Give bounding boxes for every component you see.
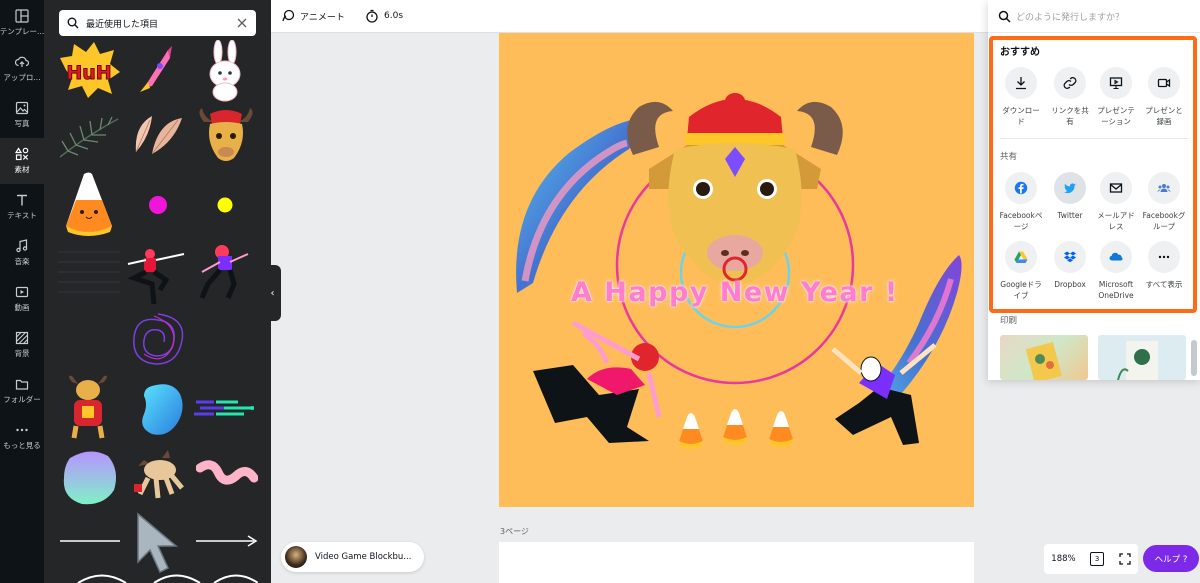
rocket-sticker[interactable] xyxy=(138,44,174,94)
audio-thumbnail xyxy=(285,546,307,568)
speed-lines-sticker[interactable] xyxy=(194,398,258,420)
rail-item-elements[interactable]: 素材 xyxy=(0,138,44,184)
magenta-dot[interactable] xyxy=(148,195,168,215)
rail-label: 音楽 xyxy=(14,257,30,266)
panel-collapse-button[interactable]: ‹ xyxy=(264,265,281,321)
template-icon xyxy=(15,9,29,23)
ox-character-sticker[interactable] xyxy=(62,374,114,440)
search-query[interactable]: 最近使用した項目 xyxy=(86,17,236,30)
photo-icon xyxy=(15,101,29,115)
worm-sticker[interactable] xyxy=(196,458,258,496)
fullscreen-icon[interactable] xyxy=(1119,553,1131,565)
elements-search[interactable]: 最近使用した項目 xyxy=(59,10,256,36)
rail-label: テキスト xyxy=(7,211,37,220)
next-page-canvas[interactable] xyxy=(499,542,974,583)
rail-item-video[interactable]: 動画 xyxy=(0,276,44,322)
cursor-arrow-sticker[interactable] xyxy=(134,510,182,576)
candy-corn-sticker[interactable] xyxy=(64,172,114,236)
scribble-sticker[interactable] xyxy=(126,308,190,370)
page-label: 3ページ xyxy=(500,527,529,536)
bunny-sticker[interactable] xyxy=(204,40,246,102)
text-icon xyxy=(17,194,27,206)
rail-label: テンプレー... xyxy=(0,27,45,36)
chevron-left-icon: ‹ xyxy=(270,287,275,299)
more-icon xyxy=(16,428,28,432)
music-icon xyxy=(16,239,28,253)
duration-button[interactable]: 6.0s xyxy=(365,9,403,23)
animate-label: アニメート xyxy=(300,12,345,23)
dancer-left-sticker[interactable] xyxy=(126,240,188,306)
zoom-level[interactable]: 188% xyxy=(1051,554,1075,564)
side-rail: テンプレー... アップロ... 写真 素材 テキスト 音楽 動画 背景 フォル… xyxy=(0,0,44,583)
yellow-dot[interactable] xyxy=(217,197,233,213)
partial-circles-row xyxy=(77,574,258,583)
running-ox-sticker[interactable] xyxy=(130,448,188,502)
zoom-controls: 188% 3 xyxy=(1044,544,1138,574)
folder-icon xyxy=(15,379,29,390)
print-product-card-2[interactable] xyxy=(1098,335,1186,381)
line-sticker[interactable] xyxy=(58,536,122,546)
rail-item-background[interactable]: 背景 xyxy=(0,322,44,368)
ox-face-sticker[interactable] xyxy=(196,108,256,164)
cloud-upload-icon xyxy=(15,56,29,67)
panel-scrollbar[interactable] xyxy=(1191,340,1197,376)
rail-label: 写真 xyxy=(14,119,30,128)
gradient-blob-sticker[interactable] xyxy=(60,448,118,506)
rail-label: もっと見る xyxy=(3,441,41,450)
audio-track-title: Video Game Blockbu... xyxy=(315,552,412,562)
rail-item-audio[interactable]: 音楽 xyxy=(0,230,44,276)
close-icon[interactable] xyxy=(236,17,248,29)
animate-button[interactable]: アニメート xyxy=(281,9,345,23)
rail-item-upload[interactable]: アップロ... xyxy=(0,46,44,92)
rail-item-photo[interactable]: 写真 xyxy=(0,92,44,138)
design-canvas[interactable]: A Happy New Year ! xyxy=(499,33,974,507)
print-product-card-1[interactable] xyxy=(1000,335,1088,384)
publish-search[interactable]: どのように発行しますか？ xyxy=(988,0,1200,33)
print-heading: 印刷 xyxy=(1000,316,1018,326)
huh-sticker[interactable]: HuH xyxy=(58,42,120,98)
blue-blob-sticker[interactable] xyxy=(138,382,186,438)
elements-panel: 最近使用した項目 HuH xyxy=(44,0,271,583)
publish-search-placeholder[interactable]: どのように発行しますか？ xyxy=(1016,10,1124,23)
rail-label: 動画 xyxy=(14,303,30,312)
page-grid-button[interactable]: 3 xyxy=(1090,552,1105,566)
search-icon xyxy=(998,10,1011,23)
canvas-title-text[interactable]: A Happy New Year ! xyxy=(571,277,899,308)
background-icon xyxy=(15,331,29,345)
audio-track-chip[interactable]: Video Game Blockbu... xyxy=(281,542,424,572)
rail-item-template[interactable]: テンプレー... xyxy=(0,0,44,46)
help-button[interactable]: ヘルプ ? xyxy=(1143,545,1199,572)
annotation-highlight-box xyxy=(989,36,1197,313)
arrow-line-sticker[interactable] xyxy=(194,534,260,548)
rail-label: アップロ... xyxy=(3,73,41,82)
palm-leaf-sticker[interactable] xyxy=(58,115,120,159)
canvas-artwork xyxy=(516,93,962,449)
rail-item-more[interactable]: もっと見る xyxy=(0,414,44,460)
rail-label: 素材 xyxy=(14,165,30,174)
rail-label: フォルダー xyxy=(3,395,41,404)
animate-icon xyxy=(282,9,295,22)
video-icon xyxy=(15,286,29,298)
stopwatch-icon xyxy=(366,9,378,23)
shapes-icon xyxy=(15,147,29,161)
rail-label: 背景 xyxy=(14,349,30,358)
search-icon xyxy=(67,17,79,29)
print-preview-art xyxy=(1117,341,1158,381)
svg-text:HuH: HuH xyxy=(66,62,111,84)
rail-item-folder[interactable]: フォルダー xyxy=(0,368,44,414)
duration-label: 6.0s xyxy=(384,11,404,21)
dancer-right-sticker[interactable] xyxy=(198,240,254,304)
faint-pattern-sticker[interactable] xyxy=(58,242,120,302)
feathers-sticker[interactable] xyxy=(128,112,186,158)
print-preview-art xyxy=(1025,341,1062,384)
rail-item-text[interactable]: テキスト xyxy=(0,184,44,230)
